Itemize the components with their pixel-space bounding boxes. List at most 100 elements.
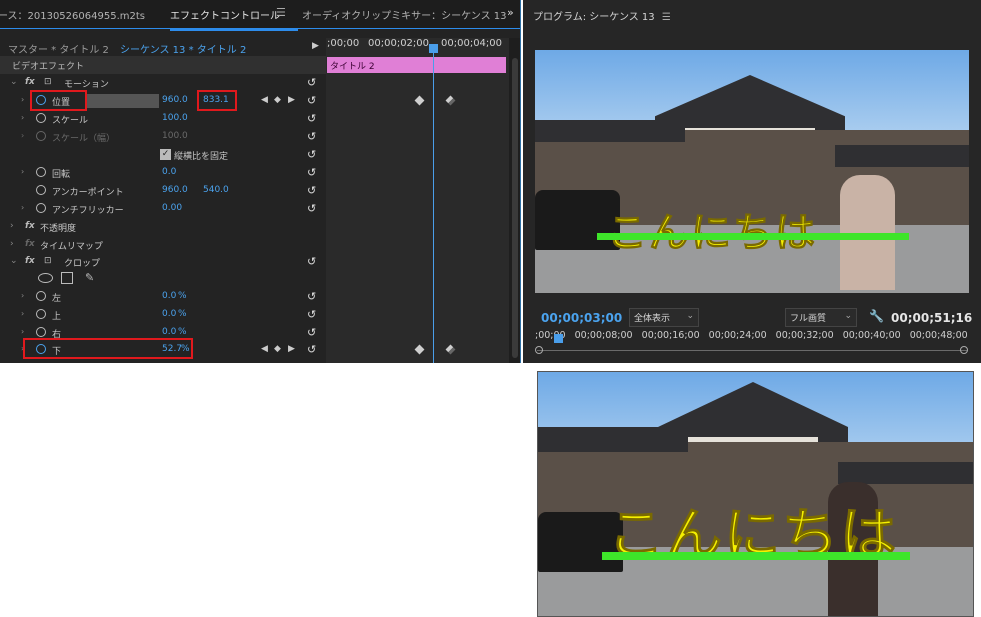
- expand-icon[interactable]: ›: [21, 95, 24, 104]
- expand-icon[interactable]: ›: [21, 327, 24, 336]
- expand-icon[interactable]: ›: [21, 113, 24, 122]
- clip-bar[interactable]: タイトル 2: [327, 57, 506, 73]
- expand-icon[interactable]: ›: [21, 291, 24, 300]
- fx-icon[interactable]: fx: [25, 256, 35, 266]
- add-keyframe-icon[interactable]: ◆: [274, 95, 281, 105]
- reset-icon[interactable]: ↺: [307, 290, 316, 303]
- panel-scrollbar[interactable]: [509, 38, 520, 363]
- pen-mask-icon[interactable]: ✎: [85, 271, 94, 284]
- prev-keyframe-icon[interactable]: ◀: [261, 344, 268, 354]
- crop-row[interactable]: ⌄ fx ⊡ クロップ ↺: [0, 253, 326, 271]
- expand-icon[interactable]: ›: [21, 167, 24, 176]
- timeline-ruler: ;00;00 00;00;08;00 00;00;16;00 00;00;24;…: [535, 330, 968, 341]
- scale-width-row: › スケール（幅） 100.0 ↺: [0, 128, 326, 146]
- program-title-text: プログラム: シーケンス 13: [533, 12, 655, 23]
- reset-icon[interactable]: ↺: [307, 202, 316, 215]
- fx-icon[interactable]: fx: [25, 221, 35, 231]
- duration-timecode: 00;00;51;16: [891, 311, 973, 325]
- keyframe-icon[interactable]: [445, 95, 456, 106]
- scale-value[interactable]: 100.0: [162, 113, 188, 123]
- stopwatch-icon[interactable]: [36, 185, 46, 195]
- tab-source[interactable]: ース：20130526064955.m2ts: [0, 7, 145, 22]
- prev-keyframe-icon[interactable]: ◀: [261, 95, 268, 105]
- expand-icon[interactable]: ›: [10, 221, 14, 231]
- reset-icon[interactable]: ↺: [307, 94, 316, 107]
- opacity-row[interactable]: › fx 不透明度: [0, 218, 326, 236]
- reset-icon[interactable]: ↺: [307, 166, 316, 179]
- effect-tabbar: ース：20130526064955.m2ts エフェクトコントロール ☰ オーデ…: [0, 0, 520, 31]
- program-video-frame[interactable]: こんにちは: [535, 50, 969, 293]
- rotation-value[interactable]: 0.0: [162, 167, 176, 177]
- reset-icon[interactable]: ↺: [307, 255, 316, 268]
- playhead-line[interactable]: [433, 46, 434, 363]
- effect-timeline[interactable]: ;00;00 00;00;02;00 00;00;04;00 タイトル 2: [326, 38, 509, 363]
- stopwatch-icon[interactable]: [36, 309, 46, 319]
- stopwatch-icon[interactable]: [36, 291, 46, 301]
- reset-icon[interactable]: ↺: [307, 326, 316, 339]
- scrubber-track[interactable]: [537, 350, 967, 351]
- scale-width-value: 100.0: [162, 131, 188, 141]
- crop-left-row[interactable]: › 左 0.0 % ↺: [0, 288, 326, 306]
- crop-right-value[interactable]: 0.0: [162, 327, 176, 337]
- rectangle-mask-icon[interactable]: [61, 272, 73, 284]
- reset-icon[interactable]: ↺: [307, 184, 316, 197]
- crop-top-value[interactable]: 0.0: [162, 309, 176, 319]
- antiflicker-value[interactable]: 0.00: [162, 203, 182, 213]
- fit-label: 全体表示: [634, 314, 671, 324]
- next-keyframe-icon[interactable]: ▶: [288, 344, 295, 354]
- rotation-row[interactable]: › 回転 0.0 ↺: [0, 164, 326, 182]
- menu-icon[interactable]: ☰: [662, 12, 671, 23]
- rotation-label: 回転: [52, 170, 71, 180]
- tab-audio-clip-mixer[interactable]: オーディオクリップミキサー：シーケンス 13: [302, 7, 507, 22]
- uniform-scale-checkbox[interactable]: ✓: [160, 149, 171, 160]
- current-timecode[interactable]: 00;00;03;00: [541, 311, 622, 325]
- tab-effect-controls[interactable]: エフェクトコントロール: [170, 7, 298, 31]
- stopwatch-icon[interactable]: [36, 327, 46, 337]
- program-monitor-title[interactable]: プログラム: シーケンス 13 ☰: [533, 8, 671, 23]
- reset-icon[interactable]: ↺: [307, 148, 316, 161]
- fx-icon[interactable]: fx: [25, 77, 35, 87]
- expand-icon[interactable]: ›: [21, 203, 24, 212]
- keyframe-icon[interactable]: [445, 344, 456, 355]
- panel-overflow-icon[interactable]: »: [507, 6, 514, 19]
- stopwatch-icon[interactable]: [36, 167, 46, 177]
- reset-icon[interactable]: ↺: [307, 308, 316, 321]
- position-x-value[interactable]: 960.0: [162, 95, 188, 105]
- ellipse-mask-icon[interactable]: [38, 273, 53, 283]
- anchor-row[interactable]: アンカーポイント 960.0 540.0 ↺: [0, 182, 326, 200]
- anchor-y-value[interactable]: 540.0: [203, 185, 229, 195]
- uniform-scale-row[interactable]: ✓ 縦横比を固定 ↺: [0, 146, 326, 164]
- reset-icon[interactable]: ↺: [307, 112, 316, 125]
- reset-icon[interactable]: ↺: [307, 76, 316, 89]
- crop-top-row[interactable]: › 上 0.0 % ↺: [0, 306, 326, 324]
- keyframe-icon[interactable]: [414, 344, 425, 355]
- scale-row[interactable]: › スケール 100.0 ↺: [0, 110, 326, 128]
- scrollbar-thumb[interactable]: [512, 58, 518, 358]
- expand-icon[interactable]: ⌄: [10, 77, 18, 87]
- zoom-handle-left[interactable]: [535, 346, 543, 354]
- time-remap-row[interactable]: › fx タイムリマップ: [0, 236, 326, 254]
- quality-dropdown[interactable]: フル画質 ⌄: [785, 308, 857, 327]
- stopwatch-icon[interactable]: [36, 203, 46, 213]
- zoom-handle-right[interactable]: [960, 346, 968, 354]
- crop-left-value[interactable]: 0.0: [162, 291, 176, 301]
- wrench-icon[interactable]: 🔧: [869, 309, 884, 323]
- master-label[interactable]: マスター * タイトル 2: [8, 41, 109, 56]
- antiflicker-row[interactable]: › アンチフリッカー 0.00 ↺: [0, 200, 326, 218]
- add-keyframe-icon[interactable]: ◆: [274, 344, 281, 354]
- reset-icon[interactable]: ↺: [307, 343, 316, 356]
- sequence-label[interactable]: シーケンス 13 * タイトル 2: [120, 41, 246, 56]
- keyframe-icon[interactable]: [414, 95, 425, 106]
- anchor-x-value[interactable]: 960.0: [162, 185, 188, 195]
- expand-icon[interactable]: ⌄: [10, 256, 18, 266]
- stopwatch-icon[interactable]: [36, 113, 46, 123]
- playhead-marker[interactable]: [429, 44, 438, 53]
- play-only-icon[interactable]: ▶: [312, 41, 319, 51]
- expand-icon[interactable]: ›: [10, 239, 14, 249]
- tab-menu-icon[interactable]: ☰: [276, 6, 286, 19]
- next-keyframe-icon[interactable]: ▶: [288, 95, 295, 105]
- fit-dropdown[interactable]: 全体表示 ⌄: [629, 308, 699, 327]
- reset-icon[interactable]: ↺: [307, 130, 316, 143]
- playhead-marker[interactable]: [554, 334, 563, 343]
- expand-icon[interactable]: ›: [21, 309, 24, 318]
